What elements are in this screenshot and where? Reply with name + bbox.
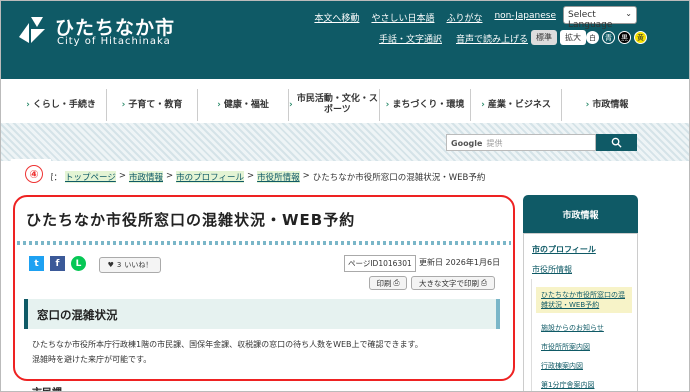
nav-childcare[interactable]: › 子育て・教育: [107, 89, 198, 121]
color-blue-button[interactable]: 青: [602, 31, 615, 44]
global-nav: › くらし・手続き › 子育て・教育 › 健康・福祉 › 市民活動・文化・スポーツ › ま…: [16, 89, 652, 121]
chevron-down-icon: ⌄: [625, 9, 632, 18]
updated-date: 更新日 2026年1月6日: [419, 258, 501, 267]
breadcrumb: 置： トップページ > 市政情報 > 市のプロフィール > 市役所情報 > ひたちなか市…: [45, 171, 485, 183]
breadcrumb-separator: >: [246, 171, 255, 181]
sidebar: 市政情報 市のプロフィール 市役所情報 ひたちなか市役所窓口の混雑状況・WEB予…: [523, 195, 638, 391]
printer-icon: ⎙: [481, 278, 487, 287]
breadcrumb-profile[interactable]: 市のプロフィール: [176, 171, 244, 183]
sidebar-subitem[interactable]: 市役所所案内図: [541, 342, 590, 352]
print-large-button[interactable]: 大きな文字で印刷 ⎙: [411, 276, 495, 290]
nav-living[interactable]: › くらし・手続き: [16, 89, 107, 121]
font-size-zoom-button[interactable]: 拡大: [560, 30, 586, 45]
printer-icon: ⎙: [393, 278, 400, 287]
color-black-button[interactable]: 黒: [618, 31, 631, 44]
page-title: ひたちなか市役所窓口の混雑状況・WEB予約: [26, 211, 356, 229]
top-links: 本文へ移動 やさしい日本語 ふりがな non-Japanese: [314, 11, 556, 24]
search-icon: [611, 137, 622, 148]
easy-japanese-link[interactable]: やさしい日本語: [371, 11, 434, 24]
sidebar-subitem[interactable]: 行政棟案内図: [541, 361, 583, 371]
print-large-label: 大きな文字で印刷: [419, 278, 479, 288]
furigana-link[interactable]: ふりがな: [446, 11, 482, 24]
city-logo-icon[interactable]: [15, 13, 49, 47]
nav-health[interactable]: › 健康・福祉: [198, 89, 289, 121]
sidebar-item-profile[interactable]: 市のプロフィール: [532, 244, 596, 255]
breadcrumb-separator: >: [118, 171, 126, 181]
search-button[interactable]: [596, 134, 637, 151]
site-subtitle: City of Hitachinaka: [57, 36, 171, 47]
font-size-controls: 標準 拡大: [531, 30, 586, 45]
like-button[interactable]: ♥ 3 いいね！: [99, 257, 161, 273]
skip-to-content-link[interactable]: 本文へ移動: [314, 11, 359, 24]
share-buttons: t f L: [29, 256, 86, 271]
breadcrumb-separator: >: [302, 171, 310, 181]
color-white-button[interactable]: 白: [586, 31, 599, 44]
nav-municipal[interactable]: › 市政情報: [562, 89, 652, 121]
breadcrumb-cityhall[interactable]: 市役所情報: [257, 171, 300, 183]
read-aloud-link[interactable]: 音声で読み上げる: [456, 32, 528, 45]
chevron-right-icon: ›: [26, 99, 30, 110]
sign-language-link[interactable]: 手話・文字通訳: [379, 32, 442, 45]
annotation-marker: ④: [25, 165, 43, 183]
subheading: 市民課: [32, 384, 62, 391]
section-title: 窓口の混雑状況: [37, 308, 118, 322]
language-select[interactable]: Select Language ⌄: [563, 6, 637, 30]
nav-business[interactable]: › 産業・ビジネス: [471, 89, 562, 121]
chevron-right-icon: ›: [289, 99, 293, 110]
line-icon[interactable]: L: [71, 256, 86, 271]
sidebar-item-active[interactable]: ひたちなか市役所窓口の混雑状況・WEB予約: [536, 287, 632, 313]
sidebar-subitem[interactable]: 第1分庁舎案内図: [541, 380, 594, 390]
page-id: ページID1016301: [344, 255, 416, 272]
color-scheme-controls: 白 青 黒 黄: [586, 31, 647, 44]
chevron-right-icon: ›: [585, 99, 590, 110]
font-size-standard-button[interactable]: 標準: [531, 30, 557, 45]
chevron-right-icon: ›: [481, 99, 485, 110]
sidebar-subitem[interactable]: 施設からのお知らせ: [541, 323, 604, 333]
accessibility-links: 手話・文字通訳 音声で読み上げる: [379, 32, 528, 45]
search-input[interactable]: Google 提供: [446, 134, 596, 151]
chevron-right-icon: ›: [121, 99, 126, 110]
chevron-right-icon: ›: [385, 99, 390, 110]
breadcrumb-top[interactable]: トップページ: [65, 171, 116, 183]
chevron-right-icon: ›: [217, 99, 221, 110]
heart-icon: ♥: [107, 261, 114, 269]
page-frame: ひたちなか市 City of Hitachinaka 本文へ移動 やさしい日本語…: [0, 0, 690, 392]
like-count: 3: [116, 261, 122, 269]
sidebar-list: 市のプロフィール 市役所情報 ひたちなか市役所窓口の混雑状況・WEB予約 施設か…: [523, 233, 638, 391]
body-text-2: 混雑時を避けた来庁が可能です。: [32, 355, 152, 364]
non-japanese-link[interactable]: non-Japanese: [494, 11, 556, 24]
sidebar-item-cityhall[interactable]: 市役所情報: [532, 264, 572, 275]
print-label: 印刷: [376, 278, 392, 288]
body-text-1: ひたちなか市役所本庁行政棟1階の市民課、国保年金課、収税課の窓口の待ち人数をWE…: [32, 340, 423, 349]
search-engine-label: Google: [451, 139, 483, 148]
nav-town[interactable]: › まちづくり・環境: [380, 89, 471, 121]
language-select-value: Select Language: [568, 10, 613, 30]
search-placeholder: 提供: [486, 139, 503, 148]
breadcrumb-separator: >: [166, 171, 174, 181]
site-header: ひたちなか市 City of Hitachinaka 本文へ移動 やさしい日本語…: [1, 1, 689, 79]
sidebar-subpanel: ひたちなか市役所窓口の混雑状況・WEB予約 施設からのお知らせ 市役所所案内図 …: [531, 279, 632, 391]
breadcrumb-current: ひたちなか市役所窓口の混雑状況・WEB予約: [312, 173, 486, 183]
twitter-icon[interactable]: t: [29, 256, 44, 271]
like-label: いいね！: [124, 261, 153, 269]
print-button[interactable]: 印刷 ⎙: [369, 276, 407, 290]
sidebar-heading[interactable]: 市政情報: [523, 195, 638, 233]
breadcrumb-municipal[interactable]: 市政情報: [128, 171, 163, 183]
section-heading-box: 窓口の混雑状況: [24, 299, 500, 329]
nav-civic[interactable]: › 市民活動・文化・スポーツ: [289, 89, 380, 121]
facebook-icon[interactable]: f: [50, 256, 65, 271]
global-nav-area: › くらし・手続き › 子育て・教育 › 健康・福祉 › 市民活動・文化・スポーツ › ま…: [1, 79, 689, 126]
title-divider: [17, 241, 511, 245]
color-yellow-button[interactable]: 黄: [634, 31, 647, 44]
